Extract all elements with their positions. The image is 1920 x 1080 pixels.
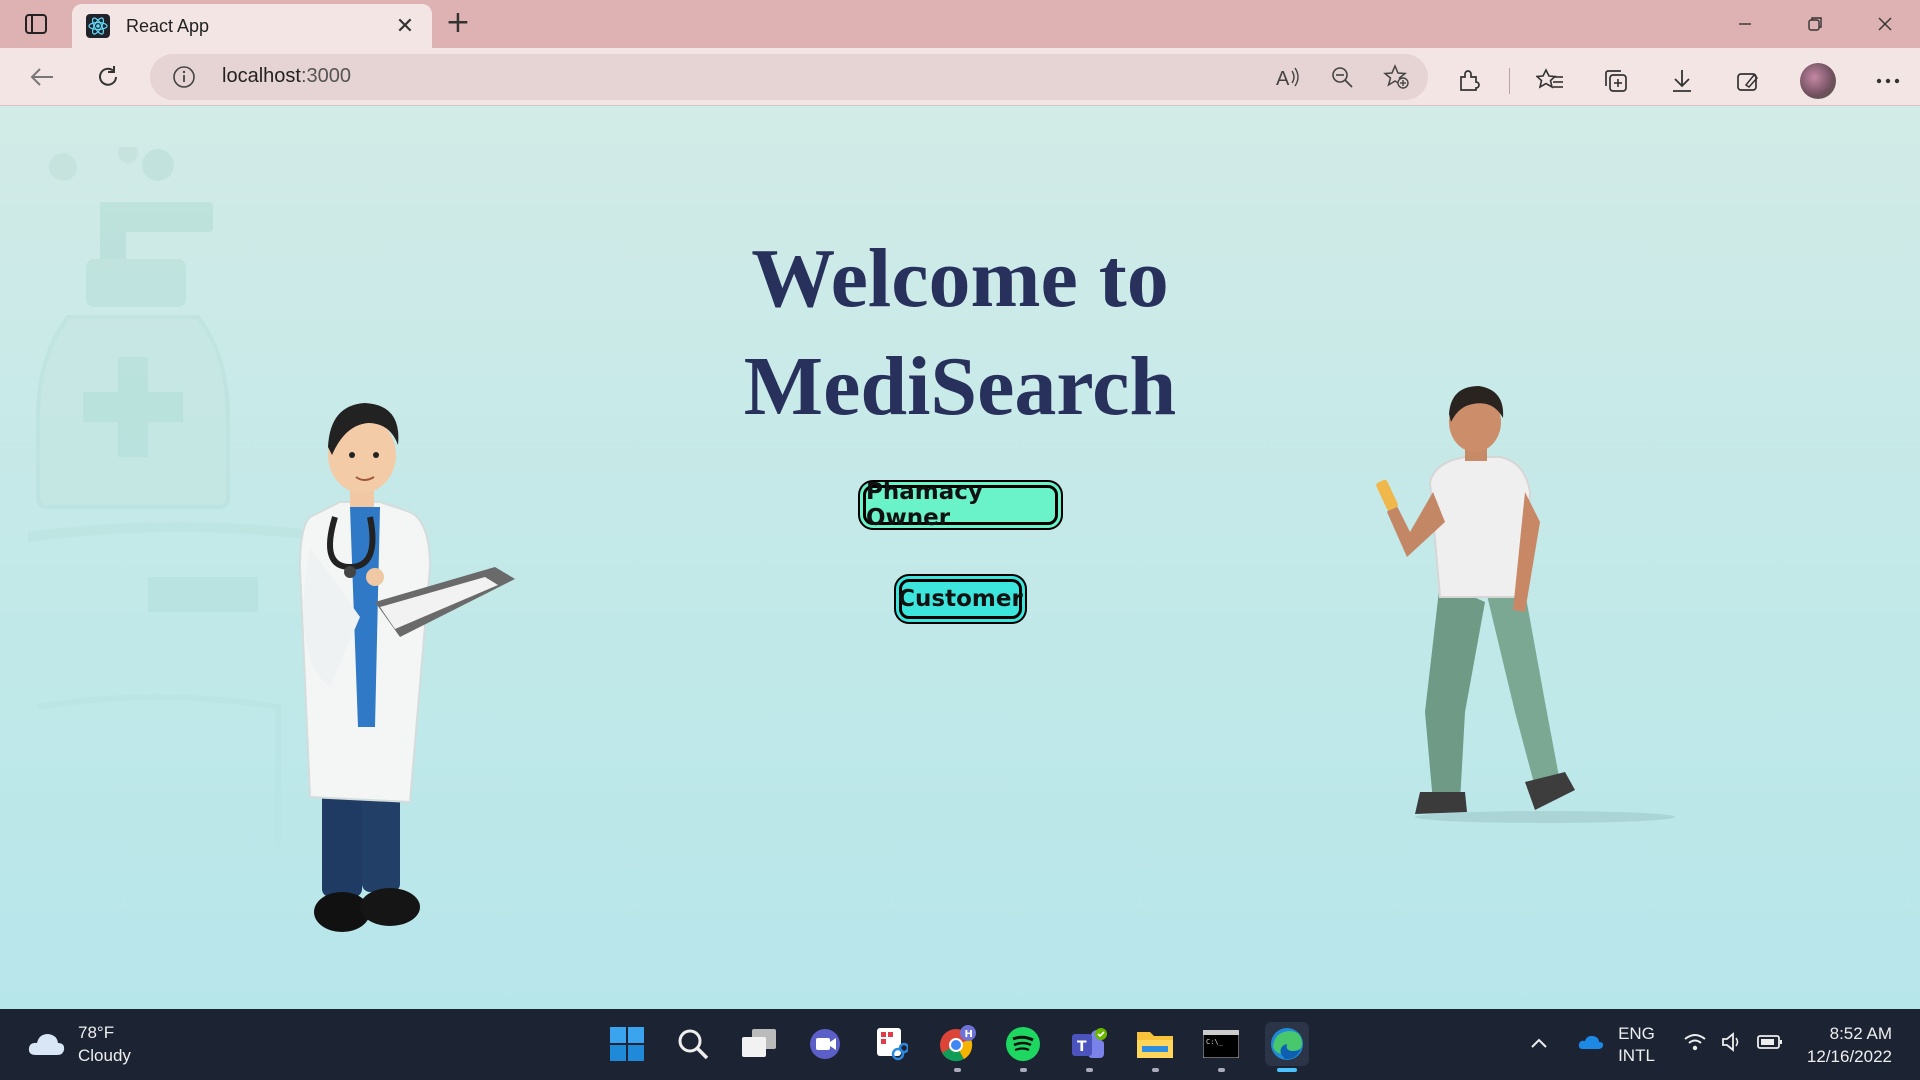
svg-text:A: A — [1276, 68, 1290, 89]
browser-titlebar: React App ✕ + — [0, 0, 1920, 48]
language-code: ENG — [1618, 1023, 1655, 1043]
collections-icon[interactable] — [1602, 67, 1630, 95]
spotify-icon — [1006, 1027, 1040, 1061]
tab-title: React App — [126, 15, 210, 36]
running-indicator — [1152, 1068, 1159, 1072]
show-hidden-icons-chevron-icon[interactable] — [1530, 1036, 1548, 1054]
terminal-icon: C:\_ — [1203, 1030, 1239, 1058]
wifi-icon[interactable] — [1683, 1032, 1707, 1057]
chrome-app[interactable]: H — [935, 1022, 979, 1072]
snipping-tool-icon — [877, 1028, 908, 1061]
person-with-phone-illustration — [1376, 386, 1675, 823]
weather-description: Cloudy — [78, 1046, 131, 1065]
system-clock[interactable]: 8:52 AM 12/16/2022 — [1807, 1022, 1892, 1068]
svg-text:T: T — [1077, 1039, 1087, 1055]
read-aloud-icon[interactable]: A — [1274, 63, 1302, 91]
heading-line-1: Welcome to — [751, 232, 1169, 325]
zoom-out-icon[interactable] — [1328, 63, 1356, 91]
start-button[interactable] — [605, 1022, 649, 1066]
address-bar[interactable]: localhost:3000 A — [150, 54, 1428, 100]
running-indicator — [1020, 1068, 1027, 1072]
tab-actions-icon[interactable] — [18, 10, 54, 38]
snipping-tool-app[interactable] — [869, 1022, 913, 1066]
chrome-icon: H — [940, 1025, 976, 1062]
search-icon — [678, 1029, 709, 1060]
refresh-icon[interactable] — [90, 59, 126, 95]
clock-time: 8:52 AM — [1829, 1023, 1892, 1043]
performance-icon[interactable] — [1734, 67, 1762, 95]
cloud-icon — [28, 1034, 65, 1055]
taskbar-search-button[interactable] — [671, 1022, 715, 1066]
downloads-icon[interactable] — [1668, 67, 1696, 95]
battery-icon[interactable] — [1757, 1034, 1783, 1055]
chat-icon — [810, 1029, 840, 1059]
spotify-app[interactable] — [1001, 1022, 1045, 1072]
svg-text:H: H — [965, 1029, 973, 1040]
edge-icon — [1271, 1028, 1303, 1060]
weather-temperature: 78°F — [78, 1023, 115, 1042]
minimize-button[interactable] — [1710, 0, 1780, 48]
file-explorer-app[interactable] — [1133, 1022, 1177, 1072]
onedrive-cloud-icon[interactable] — [1578, 1034, 1604, 1055]
close-tab-icon[interactable]: ✕ — [392, 14, 418, 39]
url-text[interactable]: localhost:3000 — [222, 65, 351, 88]
windows-taskbar: 78°F Cloudy H T C:\_ ENG INTL 8:52 AM 12… — [0, 1009, 1920, 1080]
task-view-icon — [742, 1029, 776, 1057]
folder-icon — [1137, 1032, 1173, 1058]
customer-button[interactable]: Customer — [898, 579, 1023, 619]
browser-tab[interactable]: React App ✕ — [72, 4, 432, 48]
chat-app[interactable] — [803, 1022, 847, 1066]
running-indicator — [1277, 1068, 1297, 1072]
windows-start-icon — [610, 1027, 644, 1061]
toolbar-divider — [1509, 68, 1510, 94]
more-options-icon[interactable] — [1874, 67, 1902, 95]
svg-text:C:\_: C:\_ — [1206, 1038, 1224, 1046]
volume-icon[interactable] — [1721, 1032, 1743, 1057]
teams-icon: T — [1072, 1028, 1107, 1058]
site-info-icon[interactable] — [172, 65, 196, 89]
running-indicator — [1218, 1068, 1225, 1072]
pharmacy-owner-button[interactable]: Phamacy Owner — [863, 479, 1058, 531]
edge-app[interactable] — [1265, 1022, 1309, 1072]
doctor-illustration — [298, 403, 515, 932]
running-indicator — [954, 1068, 961, 1072]
terminal-app[interactable]: C:\_ — [1199, 1022, 1243, 1072]
running-indicator — [1086, 1068, 1093, 1072]
weather-widget[interactable]: 78°F Cloudy — [26, 1021, 131, 1067]
clock-date: 12/16/2022 — [1806, 1046, 1892, 1066]
input-language-indicator[interactable]: ENG INTL — [1618, 1023, 1655, 1067]
teams-app[interactable]: T — [1067, 1022, 1111, 1072]
react-logo-icon — [86, 14, 110, 38]
add-favorite-icon[interactable] — [1382, 63, 1410, 91]
back-icon[interactable] — [24, 59, 60, 95]
page-content: Welcome to MediSearch Phamacy Owner Cust… — [0, 107, 1920, 1009]
close-window-button[interactable] — [1850, 0, 1920, 48]
keyboard-layout: INTL — [1618, 1045, 1655, 1065]
restore-button[interactable] — [1780, 0, 1850, 48]
extensions-icon[interactable] — [1455, 67, 1483, 95]
favorites-icon[interactable] — [1536, 67, 1564, 95]
new-tab-button[interactable]: + — [442, 8, 474, 40]
profile-avatar[interactable] — [1800, 63, 1836, 99]
browser-toolbar: localhost:3000 A — [0, 48, 1920, 106]
task-view-button[interactable] — [737, 1022, 781, 1066]
